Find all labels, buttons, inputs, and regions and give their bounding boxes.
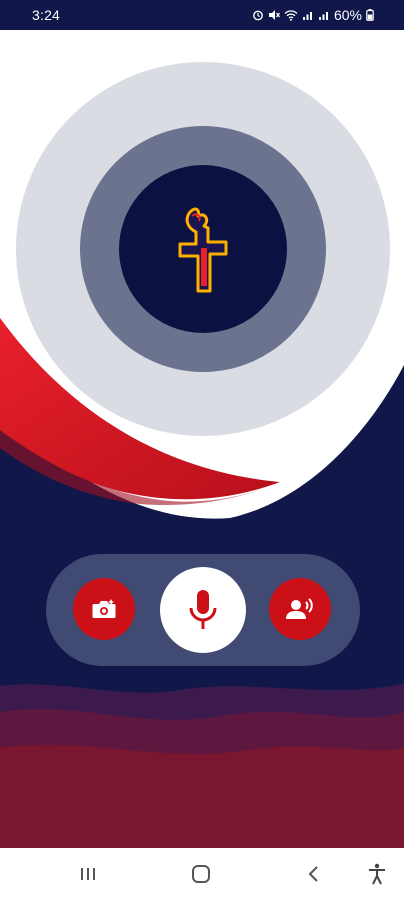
status-icons: 60% [252, 7, 374, 23]
app-screen: 3:24 60% [0, 0, 404, 900]
home-button[interactable] [186, 860, 216, 888]
voice-user-icon [286, 598, 313, 619]
back-icon [308, 866, 318, 882]
mute-icon [268, 10, 280, 20]
background-art [0, 30, 404, 848]
signal-icon [318, 12, 328, 20]
microphone-button[interactable] [160, 567, 246, 653]
wifi-icon [284, 10, 298, 21]
control-bar [46, 554, 360, 666]
accessibility-icon [369, 863, 385, 885]
status-bar: 3:24 60% [0, 0, 404, 30]
home-icon [192, 865, 210, 883]
battery-percentage: 60% [333, 7, 362, 23]
battery-icon [366, 9, 374, 21]
microphone-icon [189, 590, 217, 629]
voice-user-button[interactable] [269, 578, 331, 640]
navigation-bar [0, 848, 404, 900]
recents-icon [81, 868, 95, 880]
status-time: 3:24 [32, 7, 61, 23]
camera-button[interactable] [73, 578, 135, 640]
accessibility-button[interactable] [362, 860, 392, 888]
alarm-icon [253, 10, 263, 21]
hills-front [0, 744, 404, 848]
recents-button[interactable] [73, 860, 103, 888]
signal-icon [302, 12, 312, 20]
back-button[interactable] [299, 860, 329, 888]
camera-icon [92, 599, 116, 618]
